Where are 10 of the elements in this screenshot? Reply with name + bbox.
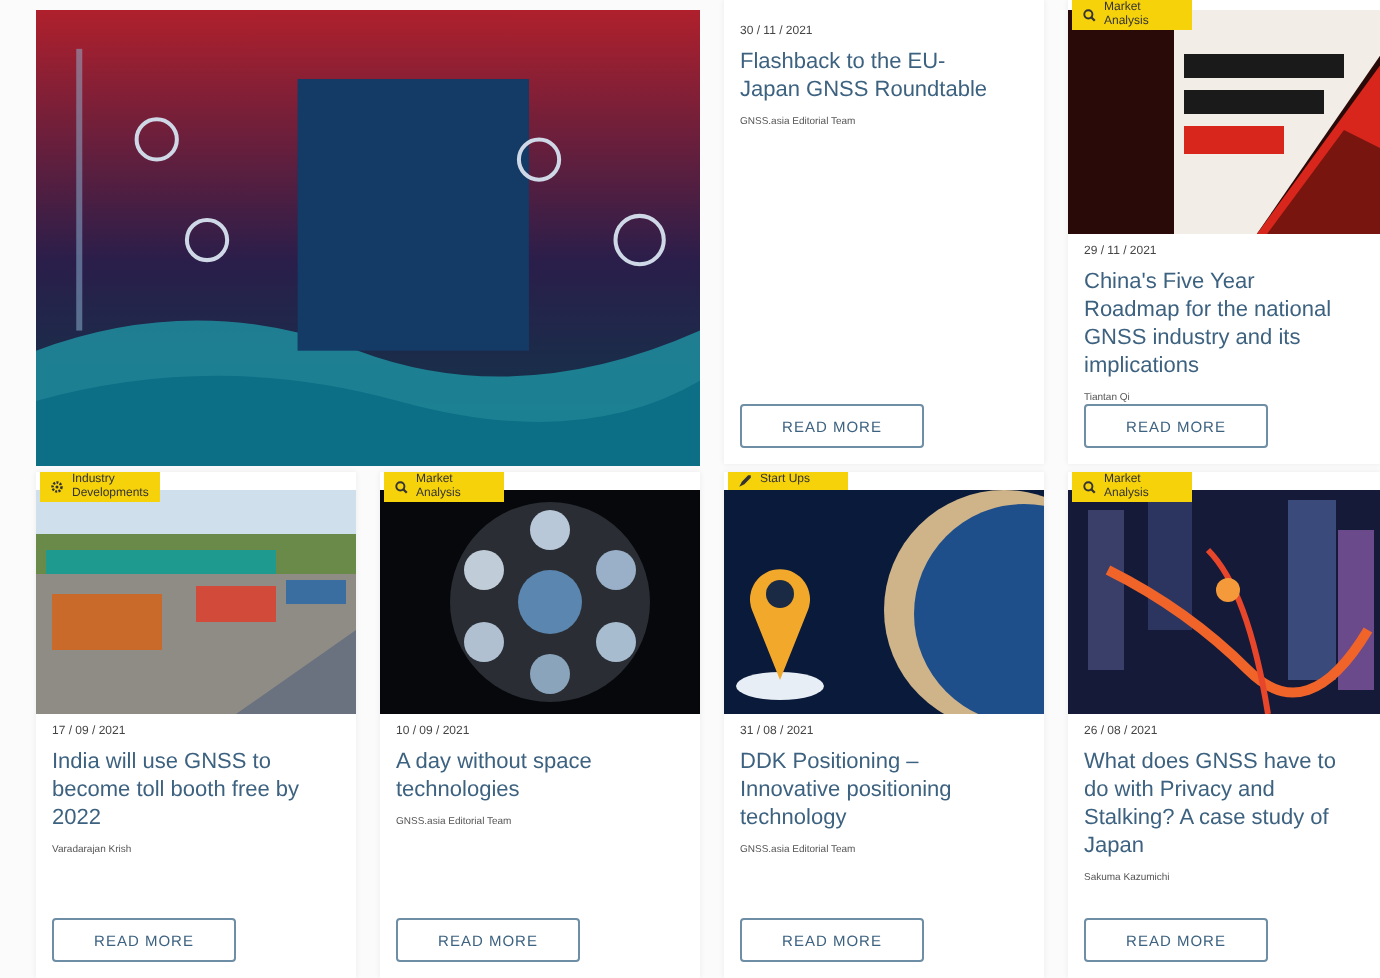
post-title[interactable]: A day without space technologies bbox=[396, 748, 684, 804]
post-title[interactable]: Flashback to the EU-Japan GNSS Roundtable bbox=[740, 48, 1028, 104]
post-title[interactable]: India will use GNSS to become toll booth free by 2022 bbox=[52, 748, 340, 832]
post-title[interactable]: What does GNSS have to do with Privacy and Stalking? A case study of Japan bbox=[1084, 748, 1364, 860]
post-title[interactable]: China's Five Year Roadmap for the national GNSS industry and its implications bbox=[1084, 268, 1364, 380]
magnifier-icon bbox=[394, 480, 408, 494]
magnifier-icon bbox=[1082, 8, 1096, 22]
magnifier-icon bbox=[1082, 480, 1096, 494]
gear-icon bbox=[50, 480, 64, 494]
post-title[interactable]: DDK Positioning – Innovative positioning technology bbox=[740, 748, 1028, 832]
